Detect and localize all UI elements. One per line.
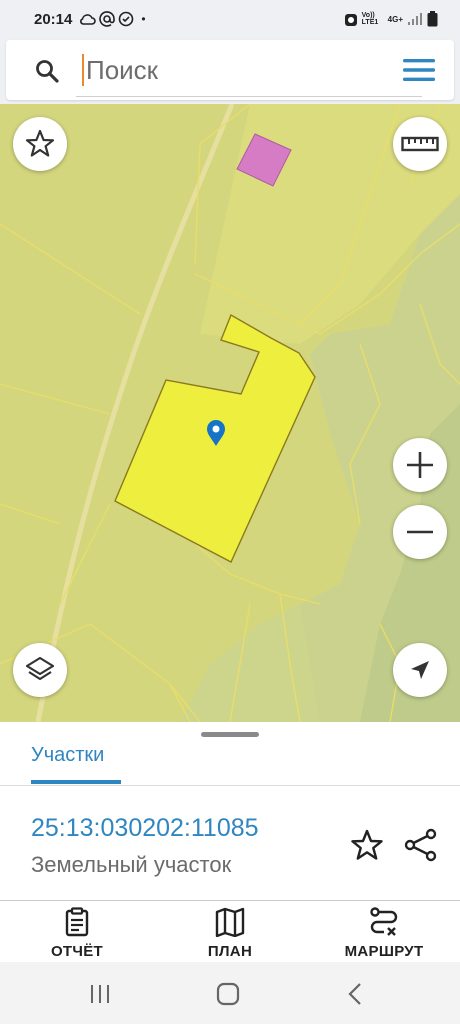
my-location-button[interactable] [393, 643, 447, 697]
nav-plan-label: ПЛАН [207, 943, 253, 960]
layers-icon [25, 656, 55, 681]
signal-icon [408, 13, 422, 25]
ruler-button[interactable] [393, 117, 447, 171]
ruler-icon [401, 136, 439, 152]
navigation-arrow-icon [411, 661, 429, 679]
battery-icon [427, 11, 438, 27]
search-header [0, 38, 460, 104]
alarm-icon [344, 14, 357, 26]
status-time: 20:14 [34, 10, 73, 28]
star-outline-icon [25, 129, 55, 157]
network-label: Vo)) LTE1 [361, 12, 379, 26]
layers-button[interactable] [13, 643, 67, 697]
parcel-sheet: Участки 25:13:030202:11085 Земельный уча… [0, 722, 460, 900]
sheet-divider [0, 785, 460, 786]
zoom-in-button[interactable] [393, 438, 447, 492]
cadastral-number-link[interactable]: 25:13:030202:11085 [31, 814, 259, 843]
route-icon [370, 907, 398, 936]
home-icon[interactable] [213, 980, 243, 1008]
favorites-button[interactable] [13, 117, 67, 171]
status-system-icons: Vo)) LTE1 4G+ [344, 11, 438, 27]
plus-icon [407, 452, 433, 478]
nav-report[interactable]: ОТЧЁТ [17, 907, 137, 961]
cloud-icon [80, 14, 97, 25]
at-sign-icon [99, 11, 116, 27]
search-icon[interactable] [34, 58, 60, 84]
search-box [6, 40, 454, 100]
nav-route-label: МАРШРУТ [344, 943, 424, 960]
system-navigation-bar [0, 962, 460, 1024]
hamburger-menu-icon[interactable] [402, 56, 436, 84]
nav-report-label: ОТЧЁТ [50, 943, 104, 960]
favorite-star-icon[interactable] [350, 828, 384, 862]
bottom-navigation: ОТЧЁТ ПЛАН МАРШРУТ [0, 900, 460, 962]
nav-plan[interactable]: ПЛАН [170, 907, 290, 961]
search-underline [76, 96, 422, 97]
check-circle-icon [119, 11, 134, 27]
back-icon[interactable] [341, 980, 371, 1008]
report-icon [65, 907, 89, 937]
sheet-drag-handle[interactable] [201, 732, 259, 737]
status-dot: • [141, 12, 146, 26]
tab-indicator [31, 780, 121, 784]
status-bar: 20:14 • Vo)) LTE1 4G+ [0, 0, 460, 38]
data-label: 4G+ [387, 14, 403, 24]
status-notification-icons: • [78, 11, 146, 27]
search-input[interactable] [86, 50, 366, 90]
map-plan-icon [215, 907, 245, 937]
parcel-type-label: Земельный участок [31, 852, 232, 877]
minus-icon [407, 530, 433, 534]
nav-route[interactable]: МАРШРУТ [324, 907, 444, 961]
tab-parcels[interactable]: Участки [31, 744, 104, 767]
map-canvas[interactable] [0, 104, 460, 722]
share-icon[interactable] [404, 828, 438, 862]
map-view[interactable] [0, 104, 460, 722]
zoom-out-button[interactable] [393, 505, 447, 559]
recent-apps-icon[interactable] [85, 980, 115, 1008]
text-cursor [82, 54, 84, 86]
